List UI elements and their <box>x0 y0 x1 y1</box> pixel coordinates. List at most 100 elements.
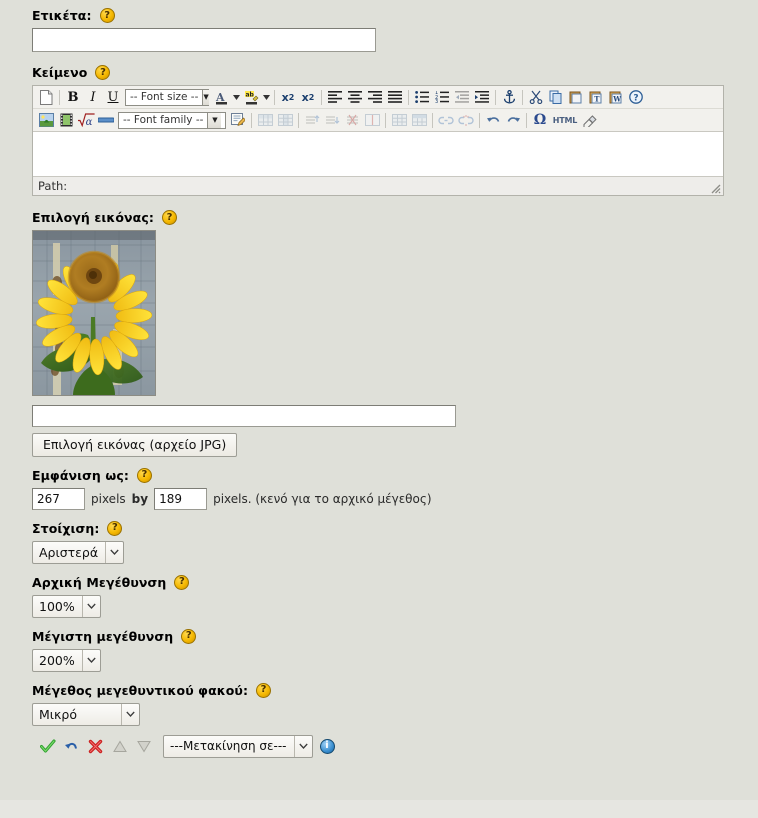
help-circle-icon[interactable]: ? <box>626 88 646 107</box>
max-zoom-select[interactable]: 200% <box>32 648 101 672</box>
help-icon[interactable]: ? <box>107 520 123 536</box>
insert-media-icon[interactable] <box>56 111 76 130</box>
chevron-down-icon: ▼ <box>207 112 222 128</box>
html-source-icon[interactable]: HTML <box>550 111 580 130</box>
align-left-icon[interactable] <box>325 88 345 107</box>
max-zoom-row: Μέγιστη μεγέθυνση ? <box>32 628 758 644</box>
undo-icon[interactable] <box>63 738 80 755</box>
image-resource-form: Ετικέτα: ? Κείμενο ? B I U -- Font size … <box>0 0 758 818</box>
font-family-select[interactable]: -- Font family -- ▼ <box>118 111 226 129</box>
image-path-input[interactable] <box>32 405 456 427</box>
help-icon[interactable]: ? <box>256 682 272 698</box>
special-char-icon[interactable]: Ω <box>530 111 550 130</box>
alignment-label: Στοίχιση: <box>32 520 100 536</box>
align-justify-icon[interactable] <box>385 88 405 107</box>
undo-icon[interactable] <box>483 111 503 130</box>
alignment-value: Αριστερά <box>39 544 99 560</box>
unlink-icon[interactable] <box>456 111 476 130</box>
lens-size-label: Μέγεθος μεγεθυντικού φακού: <box>32 682 249 698</box>
cleanup-icon[interactable] <box>580 111 600 130</box>
arrow-up-icon <box>111 738 128 755</box>
editor-toolbar-row-2: α -- Font family -- ▼ Ω HTML <box>33 109 723 132</box>
align-right-icon[interactable] <box>365 88 385 107</box>
max-zoom-label: Μέγιστη μεγέθυνση <box>32 628 174 644</box>
highlight-color-dropdown-icon[interactable] <box>261 88 271 107</box>
browse-image-button[interactable]: Επιλογή εικόνας (αρχείο JPG) <box>32 433 238 457</box>
unit-pixels-2: pixels. (κενό για το αρχικό μέγεθος) <box>213 491 432 506</box>
image-width-input[interactable] <box>32 487 85 510</box>
bold-icon[interactable]: B <box>63 88 83 107</box>
horizontal-rule-icon[interactable] <box>96 111 116 130</box>
svg-text:W: W <box>612 95 621 104</box>
numbered-list-icon[interactable]: 123 <box>432 88 452 107</box>
help-icon[interactable]: ? <box>181 628 197 644</box>
action-row: ---Μετακίνηση σε--- i <box>39 734 758 758</box>
copy-icon[interactable] <box>546 88 566 107</box>
image-height-input[interactable] <box>154 487 208 510</box>
resize-grip-icon[interactable] <box>708 181 721 194</box>
check-icon[interactable] <box>39 738 56 755</box>
delete-icon[interactable] <box>87 738 104 755</box>
table-cell-props-icon[interactable] <box>275 111 295 130</box>
lens-size-row: Μέγεθος μεγεθυντικού φακού: ? <box>32 682 758 698</box>
insert-math-icon[interactable]: α <box>76 111 96 130</box>
subscript-icon[interactable]: x2 <box>278 88 298 107</box>
display-as-label: Εμφάνιση ως: <box>32 467 129 483</box>
new-document-icon[interactable] <box>36 88 56 107</box>
initial-zoom-value: 100% <box>39 598 75 614</box>
by-label: by <box>131 491 149 506</box>
image-preview[interactable] <box>32 230 156 396</box>
paste-icon[interactable] <box>566 88 586 107</box>
separator <box>495 89 496 105</box>
alignment-row: Στοίχιση: ? <box>32 520 758 536</box>
alignment-select[interactable]: Αριστερά <box>32 540 125 564</box>
unit-pixels-1: pixels <box>91 491 126 506</box>
table-properties-icon[interactable] <box>409 111 429 130</box>
initial-zoom-select[interactable]: 100% <box>32 594 101 618</box>
cut-icon[interactable] <box>526 88 546 107</box>
insert-row-before-icon[interactable] <box>302 111 322 130</box>
insert-table-icon[interactable] <box>389 111 409 130</box>
underline-icon[interactable]: U <box>103 88 123 107</box>
highlight-color-icon[interactable]: ab <box>241 88 261 107</box>
help-icon[interactable]: ? <box>95 65 111 80</box>
insert-image-icon[interactable] <box>36 111 56 130</box>
help-icon[interactable]: ? <box>161 210 177 225</box>
help-icon[interactable]: ? <box>136 467 152 483</box>
redo-icon[interactable] <box>503 111 523 130</box>
font-color-icon[interactable]: A <box>211 88 231 107</box>
move-to-select[interactable]: ---Μετακίνηση σε--- <box>163 734 313 758</box>
editor-path-label: Path: <box>38 179 68 193</box>
align-center-icon[interactable] <box>345 88 365 107</box>
bullet-list-icon[interactable] <box>412 88 432 107</box>
edit-html-icon[interactable] <box>228 111 248 130</box>
help-icon[interactable]: ? <box>174 574 190 590</box>
help-icon[interactable]: ? <box>99 8 115 23</box>
insert-link-icon[interactable] <box>436 111 456 130</box>
insert-row-after-icon[interactable] <box>322 111 342 130</box>
info-icon[interactable]: i <box>319 738 335 754</box>
editor-content-area[interactable] <box>33 132 723 177</box>
separator <box>479 112 480 128</box>
separator <box>408 89 409 105</box>
move-to-value: ---Μετακίνηση σε--- <box>170 739 287 754</box>
chevron-down-icon <box>121 703 139 725</box>
indent-icon[interactable] <box>472 88 492 107</box>
outdent-icon[interactable] <box>452 88 472 107</box>
lens-size-select[interactable]: Μικρό <box>32 702 140 726</box>
italic-icon[interactable]: I <box>83 88 103 107</box>
image-select-label: Επιλογή εικόνας: <box>32 210 154 225</box>
delete-row-icon[interactable] <box>342 111 362 130</box>
merge-cells-icon[interactable] <box>362 111 382 130</box>
font-color-dropdown-icon[interactable] <box>231 88 241 107</box>
font-size-select[interactable]: -- Font size -- ▼ <box>125 88 209 106</box>
paste-text-icon[interactable]: T <box>586 88 606 107</box>
svg-text:ab: ab <box>245 91 254 98</box>
svg-text:T: T <box>594 95 600 104</box>
superscript-icon[interactable]: x2 <box>298 88 318 107</box>
table-row-props-icon[interactable] <box>255 111 275 130</box>
anchor-icon[interactable] <box>499 88 519 107</box>
label-input[interactable] <box>32 28 376 52</box>
separator <box>274 89 275 105</box>
paste-word-icon[interactable]: W <box>606 88 626 107</box>
